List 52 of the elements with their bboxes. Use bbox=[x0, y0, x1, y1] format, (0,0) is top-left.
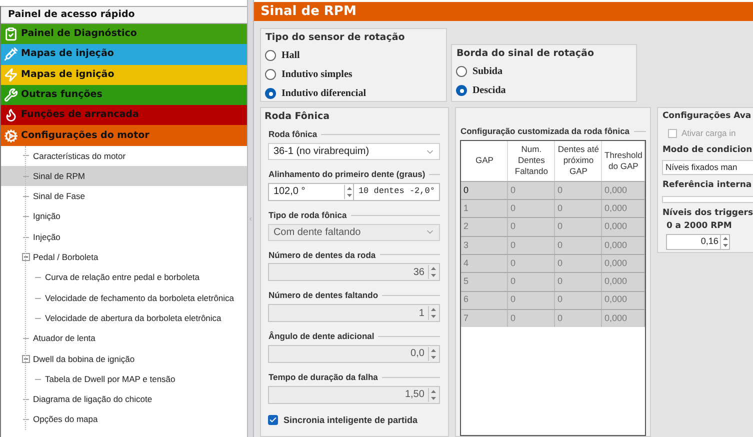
dropdown-field[interactable]: 36-1 (no virabrequim) bbox=[268, 143, 440, 160]
collapse-icon[interactable] bbox=[22, 354, 30, 363]
field-label: 0 a 2000 RPM bbox=[665, 220, 733, 233]
spin-arrows-icon[interactable] bbox=[720, 235, 730, 249]
table-cell: 0,000 bbox=[602, 310, 646, 328]
syringe-icon bbox=[4, 47, 18, 62]
gear-icon bbox=[4, 128, 18, 143]
input-field[interactable] bbox=[662, 196, 753, 202]
field-label: Tipo de roda fônica bbox=[268, 208, 347, 222]
group-title: Roda Fônica bbox=[264, 110, 330, 124]
wrench-icon bbox=[4, 88, 18, 102]
radio-option[interactable]: Indutivo simples bbox=[265, 65, 442, 84]
field-label: Modo de condicion bbox=[662, 144, 753, 156]
checkbox-option[interactable]: Sincronia inteligente de partida bbox=[268, 414, 440, 427]
checkbox[interactable] bbox=[668, 128, 678, 138]
table-cell: 0 bbox=[555, 310, 602, 328]
quick-menu-item[interactable]: Mapas de injeção bbox=[1, 44, 248, 65]
group-title: Configurações Ava bbox=[662, 110, 752, 123]
collapse-icon[interactable] bbox=[22, 253, 30, 262]
collapse-handle-icon[interactable] bbox=[248, 214, 254, 222]
radio-option[interactable]: Subida bbox=[456, 62, 632, 82]
table-cell: 7 bbox=[461, 310, 508, 328]
quick-menu-item[interactable]: Configurações do motor bbox=[1, 125, 248, 146]
field-label: Níveis dos triggers bbox=[662, 206, 753, 220]
sidebar-title: Painel de acesso rápido bbox=[1, 6, 248, 24]
checkbox[interactable] bbox=[268, 415, 278, 426]
spin-arrows-icon[interactable] bbox=[344, 184, 354, 199]
group-title: Tipo do sensor de rotação bbox=[265, 31, 406, 45]
radio-option[interactable]: Hall bbox=[265, 46, 442, 66]
field-label: Tempo de duração da falha bbox=[268, 370, 378, 384]
field-label: Roda fônica bbox=[268, 128, 318, 141]
field-label: Número de dentes faltando bbox=[268, 289, 378, 302]
panel-title: Sinal de RPM bbox=[254, 2, 753, 21]
flame-icon bbox=[4, 108, 18, 122]
spin-field[interactable]: 0,16 bbox=[666, 234, 730, 250]
lightning-icon bbox=[4, 68, 18, 82]
field-label: Alinhamento do primeiro dente (graus) bbox=[268, 168, 426, 181]
field-label: Número de dentes da roda bbox=[268, 248, 376, 262]
group-title: Borda do sinal de rotação bbox=[456, 47, 595, 61]
field-label: Referência interna bbox=[662, 179, 753, 192]
quick-menu-item[interactable]: Mapas de ignição bbox=[1, 64, 248, 85]
dropdown-field[interactable]: Níveis fixados man bbox=[662, 160, 753, 175]
spin-field[interactable]: 102,0 ° bbox=[268, 182, 354, 201]
quick-menu-item[interactable]: Outras funções bbox=[1, 84, 248, 106]
clipboard-check-icon bbox=[4, 27, 18, 42]
tree-item[interactable]: Sinal de RPM bbox=[1, 166, 248, 186]
field-label: Ângulo de dente adicional bbox=[268, 330, 374, 343]
radio-option[interactable]: Descida bbox=[456, 81, 632, 100]
field-label: Configuração customizada da roda fônica bbox=[460, 125, 630, 138]
table-cell: 0 bbox=[508, 310, 556, 328]
quick-menu-item[interactable]: Painel de Diagnóstico bbox=[1, 24, 248, 44]
radio-option[interactable]: Indutivo diferencial bbox=[265, 84, 442, 104]
